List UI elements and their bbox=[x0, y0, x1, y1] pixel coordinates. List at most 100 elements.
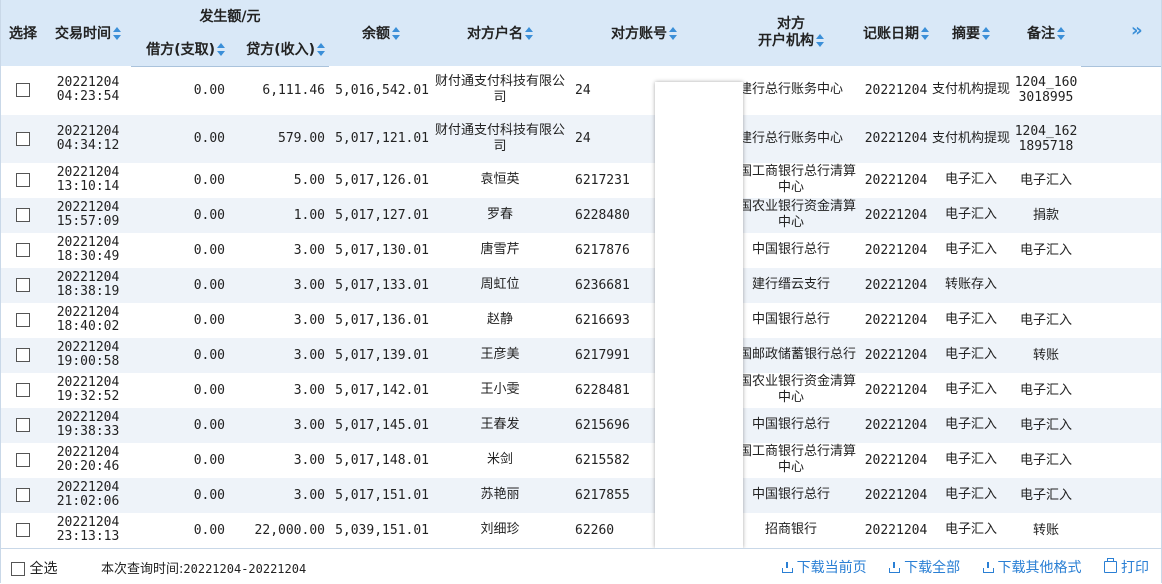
row-checkbox[interactable] bbox=[16, 453, 30, 467]
row-select-cell[interactable] bbox=[1, 163, 45, 198]
row-checkbox[interactable] bbox=[16, 313, 30, 327]
row-select-cell[interactable] bbox=[1, 233, 45, 268]
col-summary[interactable]: 摘要 bbox=[931, 0, 1011, 66]
col-party-account[interactable]: 对方账号 bbox=[567, 0, 721, 66]
select-all[interactable]: 全选 bbox=[11, 558, 57, 578]
cell-party-name: 袁恒英 bbox=[480, 172, 520, 187]
col-balance[interactable]: 余额 bbox=[329, 0, 433, 66]
sort-icon[interactable] bbox=[217, 42, 225, 57]
cell-summary: 电子汇入 bbox=[931, 407, 1011, 443]
cell-summary: 支付机构提现 bbox=[931, 82, 1010, 98]
sort-icon[interactable] bbox=[921, 27, 929, 41]
cell-summary: 电子汇入 bbox=[944, 522, 997, 537]
sort-icon[interactable] bbox=[816, 34, 824, 48]
cell-debit: 0.00 bbox=[193, 242, 225, 258]
sort-icon[interactable] bbox=[392, 27, 400, 41]
cell-post-date: 20221204 bbox=[864, 312, 928, 328]
row-select-cell[interactable] bbox=[1, 303, 45, 338]
print-link[interactable]: 打印 bbox=[1104, 558, 1149, 576]
table-row[interactable]: 20221204 04:34:12 0.00 579.00 5,017,121.01 财付… bbox=[1, 114, 1161, 163]
cell-post-date: 20221204 bbox=[864, 382, 928, 398]
col-post-date[interactable]: 记账日期 bbox=[861, 0, 931, 66]
cell-time: 20221204 20:20:46 bbox=[56, 445, 120, 474]
download-page-link[interactable]: 下载当前页 bbox=[781, 560, 867, 576]
cell-balance: 5,017,136.01 bbox=[335, 312, 429, 328]
row-select-cell[interactable] bbox=[1, 373, 45, 408]
row-select-cell[interactable] bbox=[1, 407, 45, 443]
row-select-cell[interactable] bbox=[1, 267, 45, 303]
cell-party-name: 苏艳丽 bbox=[433, 477, 567, 513]
table-row[interactable]: 20221204 04:23:54 0.00 6,111.46 5,016,542.01… bbox=[1, 66, 1161, 115]
row-checkbox[interactable] bbox=[16, 488, 30, 502]
table-row[interactable]: 20221204 21:02:06 0.00 3.00 5,017,151.01 苏艳丽 6… bbox=[1, 477, 1161, 513]
sort-icon[interactable] bbox=[525, 27, 533, 41]
cell-empty bbox=[1081, 66, 1161, 115]
cell-remark: 电子汇入 bbox=[1019, 312, 1072, 328]
table-row[interactable]: 20221204 20:20:46 0.00 3.00 5,017,148.01 米剑 62… bbox=[1, 443, 1161, 478]
cell-summary: 转账存入 bbox=[931, 267, 1011, 303]
sort-icon[interactable] bbox=[982, 27, 990, 41]
col-remark[interactable]: 备注 bbox=[1011, 0, 1081, 66]
row-select-cell[interactable] bbox=[1, 337, 45, 373]
cell-credit: 3.00 bbox=[229, 477, 329, 513]
cell-balance: 5,016,542.01 bbox=[335, 82, 429, 98]
cell-party-name: 周虹位 bbox=[433, 267, 567, 303]
cell-credit: 6,111.46 bbox=[262, 83, 325, 98]
row-checkbox[interactable] bbox=[16, 208, 30, 222]
row-checkbox[interactable] bbox=[16, 383, 30, 397]
table-row[interactable]: 20221204 18:40:02 0.00 3.00 5,017,136.01 赵静 62… bbox=[1, 303, 1161, 338]
table-row[interactable]: 20221204 19:38:33 0.00 3.00 5,017,145.01 王春发 6… bbox=[1, 407, 1161, 443]
row-checkbox[interactable] bbox=[16, 278, 30, 292]
cell-empty bbox=[1081, 477, 1161, 513]
col-debit[interactable]: 借方(支取) bbox=[131, 32, 229, 67]
table-row[interactable]: 20221204 19:00:58 0.00 3.00 5,017,139.01 王彦美 6… bbox=[1, 337, 1161, 373]
row-select-cell[interactable] bbox=[1, 66, 45, 115]
col-party-bank[interactable]: 对方 开户机构 bbox=[721, 0, 861, 66]
cell-credit: 579.00 bbox=[229, 114, 329, 163]
row-select-cell[interactable] bbox=[1, 114, 45, 163]
cell-time: 20221204 04:23:54 bbox=[56, 75, 120, 105]
sort-icon[interactable] bbox=[317, 42, 325, 57]
row-checkbox[interactable] bbox=[16, 418, 30, 432]
sort-icon[interactable] bbox=[113, 27, 121, 41]
cell-empty bbox=[1081, 443, 1161, 478]
row-checkbox[interactable] bbox=[16, 131, 30, 146]
table-row[interactable]: 20221204 15:57:09 0.00 1.00 5,017,127.01 罗春 62… bbox=[1, 197, 1161, 233]
sort-icon[interactable] bbox=[669, 27, 677, 41]
cell-post-date: 20221204 bbox=[864, 82, 928, 98]
table-row[interactable]: 20221204 23:13:13 0.00 22,000.00 5,039,151.0… bbox=[1, 513, 1161, 548]
cell-balance: 5,017,121.01 bbox=[329, 114, 433, 163]
col-credit[interactable]: 贷方(收入) bbox=[229, 32, 329, 67]
expand-columns-icon[interactable]: » bbox=[1131, 20, 1143, 41]
download-other-link[interactable]: 下载其他格式 bbox=[982, 560, 1082, 576]
cell-balance: 5,017,142.01 bbox=[335, 382, 429, 398]
cell-remark: 转账 bbox=[1011, 337, 1081, 373]
col-party-name[interactable]: 对方户名 bbox=[433, 0, 567, 66]
row-checkbox[interactable] bbox=[16, 523, 30, 537]
select-all-checkbox[interactable] bbox=[11, 562, 25, 576]
row-select-cell[interactable] bbox=[1, 513, 45, 548]
row-select-cell[interactable] bbox=[1, 443, 45, 478]
cell-empty bbox=[1081, 197, 1161, 233]
table-row[interactable]: 20221204 19:32:52 0.00 3.00 5,017,142.01 王小雯 6… bbox=[1, 373, 1161, 408]
row-checkbox[interactable] bbox=[16, 173, 30, 187]
table-row[interactable]: 20221204 18:30:49 0.00 3.00 5,017,130.01 唐雪芹 6… bbox=[1, 233, 1161, 268]
row-select-cell[interactable] bbox=[1, 477, 45, 513]
download-all-link[interactable]: 下载全部 bbox=[889, 560, 960, 576]
row-select-cell[interactable] bbox=[1, 197, 45, 233]
transaction-table: 选择 交易时间 发生额/元 余额 对方户名 对方账号 对方 开户机构 记账日期 摘… bbox=[1, 0, 1161, 548]
query-time: 本次查询时间:20221204-20221204 bbox=[101, 562, 307, 577]
col-time[interactable]: 交易时间 bbox=[45, 0, 131, 66]
table-row[interactable]: 20221204 18:38:19 0.00 3.00 5,017,133.01 周虹位 6… bbox=[1, 267, 1161, 303]
cell-credit: 5.00 bbox=[293, 172, 325, 188]
cell-post-date: 20221204 bbox=[861, 407, 931, 443]
sort-icon[interactable] bbox=[1057, 27, 1065, 41]
cell-party-name: 财付通支付科技有限公司 bbox=[434, 74, 565, 106]
cell-time: 20221204 19:38:33 bbox=[45, 407, 131, 443]
cell-debit: 0.00 bbox=[131, 477, 229, 513]
cell-party-name: 王春发 bbox=[433, 407, 567, 443]
table-row[interactable]: 20221204 13:10:14 0.00 5.00 5,017,126.01 袁恒英 6… bbox=[1, 163, 1161, 198]
row-checkbox[interactable] bbox=[16, 243, 30, 257]
row-checkbox[interactable] bbox=[16, 348, 30, 362]
row-checkbox[interactable] bbox=[16, 83, 30, 98]
